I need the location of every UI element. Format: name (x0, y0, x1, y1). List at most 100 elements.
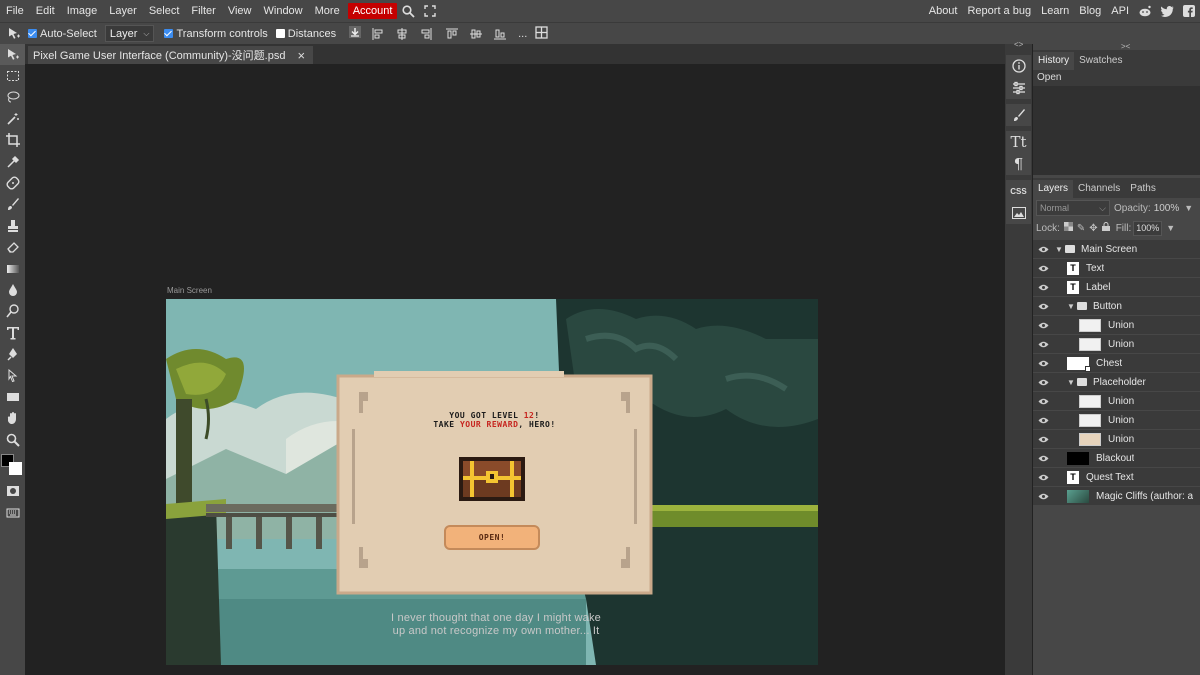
about-link[interactable]: About (924, 0, 963, 22)
shape-tool-icon[interactable] (0, 386, 25, 407)
dodge-tool-icon[interactable] (0, 301, 25, 322)
artboard-main-screen[interactable]: YOU GOT LEVEL 12! TAKE YOUR REWARD, HERO… (166, 299, 818, 665)
quick-mask-icon[interactable] (0, 480, 25, 501)
tab-layers[interactable]: Layers (1033, 180, 1074, 198)
paragraph-icon[interactable]: ¶ (1006, 153, 1031, 175)
tab-history[interactable]: History (1033, 52, 1075, 70)
layer-row[interactable]: T Text (1033, 259, 1200, 278)
collapse-right-icon[interactable]: >< (1121, 42, 1130, 51)
history-item[interactable]: Open (1033, 70, 1200, 86)
layer-row[interactable]: T Quest Text (1033, 468, 1200, 487)
visibility-eye-icon[interactable] (1033, 417, 1053, 424)
document-tab[interactable]: Pixel Game User Interface (Community)-没问… (28, 46, 314, 64)
eyedropper-tool-icon[interactable] (0, 151, 25, 172)
brush-settings-icon[interactable] (1006, 104, 1031, 126)
blend-mode-dropdown[interactable]: Normal ⌵ (1036, 200, 1110, 216)
visibility-eye-icon[interactable] (1033, 493, 1053, 500)
learn-link[interactable]: Learn (1036, 0, 1074, 22)
lock-transparency-icon[interactable] (1063, 222, 1073, 234)
hand-tool-icon[interactable] (0, 408, 25, 429)
stamp-tool-icon[interactable] (0, 215, 25, 236)
visibility-eye-icon[interactable] (1033, 246, 1053, 253)
visibility-eye-icon[interactable] (1033, 436, 1053, 443)
marquee-tool-icon[interactable] (0, 65, 25, 86)
layer-row[interactable]: ▼ Button (1033, 297, 1200, 316)
image-icon[interactable] (1006, 202, 1031, 224)
more-align-options[interactable]: ... (518, 28, 527, 40)
transform-controls-checkbox[interactable]: Transform controls (164, 28, 268, 40)
background-color-swatch[interactable] (9, 462, 22, 476)
align-center-h-icon[interactable] (396, 27, 408, 40)
visibility-eye-icon[interactable] (1033, 284, 1053, 291)
align-left-icon[interactable] (372, 27, 384, 40)
distances-checkbox[interactable]: Distances (275, 28, 336, 40)
fullscreen-icon[interactable] (419, 0, 441, 22)
opacity-value[interactable]: 100% (1154, 203, 1180, 214)
tab-paths[interactable]: Paths (1125, 180, 1161, 198)
align-top-icon[interactable] (446, 28, 459, 40)
gradient-tool-icon[interactable] (0, 258, 25, 279)
align-middle-v-icon[interactable] (470, 28, 483, 40)
info-icon[interactable] (1006, 55, 1031, 77)
align-right-icon[interactable] (420, 27, 432, 40)
visibility-eye-icon[interactable] (1033, 379, 1053, 386)
css-icon[interactable]: CSS (1006, 180, 1031, 202)
menu-edit[interactable]: Edit (30, 0, 61, 22)
layer-row[interactable]: ▼ Main Screen (1033, 240, 1200, 259)
blog-link[interactable]: Blog (1074, 0, 1106, 22)
auto-select-checkbox[interactable]: Auto-Select (28, 28, 97, 40)
menu-filter[interactable]: Filter (185, 0, 221, 22)
adjustments-icon[interactable] (1006, 77, 1031, 99)
open-button[interactable]: OPEN! (444, 525, 540, 550)
visibility-eye-icon[interactable] (1033, 455, 1053, 462)
tab-swatches[interactable]: Swatches (1074, 52, 1127, 70)
layer-row[interactable]: Union (1033, 392, 1200, 411)
facebook-icon[interactable] (1178, 0, 1200, 22)
menu-layer[interactable]: Layer (103, 0, 143, 22)
lock-pixels-icon[interactable]: ✎ (1077, 223, 1085, 234)
api-link[interactable]: API (1106, 0, 1134, 22)
auto-select-target-dropdown[interactable]: Layer ⌵ (104, 25, 155, 42)
lock-position-icon[interactable]: ✥ (1089, 223, 1097, 234)
character-icon[interactable]: Tt (1006, 131, 1031, 153)
type-tool-icon[interactable] (0, 322, 25, 343)
align-bottom-icon[interactable] (494, 28, 507, 40)
layer-row[interactable]: Union (1033, 430, 1200, 449)
chevron-down-icon[interactable]: ▼ (1065, 302, 1077, 311)
zoom-tool-icon[interactable] (0, 429, 25, 450)
path-select-tool-icon[interactable] (0, 365, 25, 386)
chevron-down-icon[interactable]: ▼ (1065, 378, 1077, 387)
search-icon[interactable] (397, 0, 419, 22)
lock-all-icon[interactable] (1101, 222, 1110, 234)
collapse-arrows-icon[interactable]: <> (1005, 40, 1032, 50)
report-bug-link[interactable]: Report a bug (962, 0, 1036, 22)
magic-wand-tool-icon[interactable] (0, 108, 25, 129)
visibility-eye-icon[interactable] (1033, 341, 1053, 348)
menu-file[interactable]: File (0, 0, 30, 22)
layer-row[interactable]: Chest (1033, 354, 1200, 373)
layer-row[interactable]: Union (1033, 335, 1200, 354)
layer-row[interactable]: ▼ Placeholder (1033, 373, 1200, 392)
visibility-eye-icon[interactable] (1033, 303, 1053, 310)
menu-view[interactable]: View (222, 0, 258, 22)
opacity-dropdown-icon[interactable]: ▼ (1184, 203, 1193, 213)
visibility-eye-icon[interactable] (1033, 398, 1053, 405)
account-button[interactable]: Account (347, 3, 398, 19)
pen-tool-icon[interactable] (0, 343, 25, 364)
close-icon[interactable]: × (297, 48, 305, 63)
menu-select[interactable]: Select (143, 0, 186, 22)
layer-row[interactable]: Union (1033, 316, 1200, 335)
crop-tool-icon[interactable] (0, 130, 25, 151)
download-icon[interactable] (348, 25, 362, 42)
menu-image[interactable]: Image (61, 0, 104, 22)
grid-icon[interactable] (535, 25, 548, 42)
blur-tool-icon[interactable] (0, 279, 25, 300)
twitter-icon[interactable] (1156, 0, 1178, 22)
visibility-eye-icon[interactable] (1033, 265, 1053, 272)
visibility-eye-icon[interactable] (1033, 322, 1053, 329)
layer-row[interactable]: Magic Cliffs (author: a (1033, 487, 1200, 506)
keyboard-icon[interactable] (0, 502, 25, 523)
reddit-icon[interactable] (1134, 0, 1156, 22)
fill-value[interactable]: 100% (1133, 220, 1163, 236)
layer-row[interactable]: T Label (1033, 278, 1200, 297)
